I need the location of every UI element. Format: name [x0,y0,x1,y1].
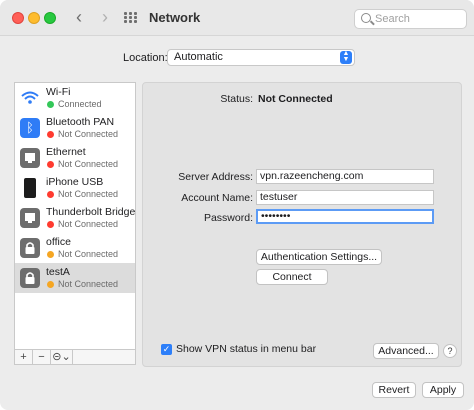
iphone-icon [24,178,36,198]
location-select[interactable]: Automatic ▲ ▼ [167,49,355,66]
service-name: Ethernet [46,146,86,158]
help-button[interactable]: ? [443,344,457,358]
account-name-label: Account Name: [181,192,253,204]
vpn-detail-panel: Status: Not Connected Server Address: vp… [142,82,462,367]
server-address-field[interactable]: vpn.razeencheng.com [256,169,434,184]
advanced-button[interactable]: Advanced... [373,343,439,359]
service-item-office[interactable]: office Not Connected [15,233,135,263]
chevron-left-icon[interactable]: ‹ [70,8,88,28]
vpn-lock-icon [20,268,40,288]
bluetooth-icon: ᛒ [20,118,40,138]
status-value: Not Connected [258,93,333,105]
network-preferences-window: ‹ › Network Location: Automatic ▲▼ Wi-Fi… [0,0,474,410]
search-box[interactable] [354,9,467,29]
status-label: Status: [220,93,253,105]
service-name: Bluetooth PAN [46,116,115,128]
chevron-right-icon[interactable]: › [96,8,114,28]
service-name: Wi-Fi [46,86,71,98]
service-status: Not Connected [58,159,119,169]
status-dot [47,221,54,228]
remove-service-button[interactable]: − [33,350,51,364]
location-label: Location: [123,52,168,64]
service-list-toolbar: + − ⊝⌄ [14,350,136,365]
service-status: Not Connected [58,129,119,139]
service-actions-button[interactable]: ⊝⌄ [51,350,73,364]
password-label: Password: [203,212,253,224]
service-status: Not Connected [58,189,119,199]
service-status: Not Connected [58,249,119,259]
revert-button[interactable]: Revert [372,382,416,398]
add-service-button[interactable]: + [15,350,33,364]
status-dot [47,101,54,108]
status-dot [47,281,54,288]
thunderbolt-bridge-icon [20,208,40,228]
service-item-ethernet[interactable]: Ethernet Not Connected [15,143,135,173]
service-name: office [46,236,71,248]
status-dot [47,131,54,138]
status-dot [47,161,54,168]
search-input[interactable] [375,12,463,26]
service-status: Not Connected [58,279,119,289]
status-dot [47,251,54,258]
ethernet-icon [20,148,40,168]
service-item-bluetooth-pan[interactable]: ᛒ Bluetooth PAN Not Connected [15,113,135,143]
service-name: testA [46,266,70,278]
account-name-field[interactable]: testuser [256,190,434,205]
service-status: Not Connected [58,219,119,229]
connect-button[interactable]: Connect [256,269,328,285]
search-icon [361,13,371,23]
service-name: iPhone USB [46,176,104,188]
service-item-wifi[interactable]: Wi-Fi Connected [15,83,135,113]
service-item-iphone-usb[interactable]: iPhone USB Not Connected [15,173,135,203]
service-item-thunderbolt-bridge[interactable]: Thunderbolt Bridge Not Connected [15,203,135,233]
select-stepper-icon: ▲ ▼ [340,50,352,64]
service-name: Thunderbolt Bridge [46,206,136,218]
show-vpn-status-label: Show VPN status in menu bar [176,343,317,355]
zoom-window-button[interactable] [44,12,56,24]
wifi-icon [20,88,40,108]
status-dot [47,191,54,198]
service-status: Connected [58,99,102,109]
minimize-window-button[interactable] [28,12,40,24]
password-field[interactable]: •••••••• [256,209,434,224]
server-address-label: Server Address: [178,171,253,183]
titlebar: ‹ › Network [0,0,474,36]
vpn-lock-icon [20,238,40,258]
apply-button[interactable]: Apply [422,382,464,398]
close-window-button[interactable] [12,12,24,24]
location-value: Automatic [174,51,223,63]
service-list: Wi-Fi Connected ᛒ Bluetooth PAN Not Conn… [14,82,136,350]
service-item-testa[interactable]: testA Not Connected [15,263,135,293]
authentication-settings-button[interactable]: Authentication Settings... [256,249,382,265]
show-vpn-status-checkbox[interactable]: ✓ [161,344,172,355]
show-all-grid-icon[interactable] [124,12,138,24]
window-title: Network [149,10,201,25]
